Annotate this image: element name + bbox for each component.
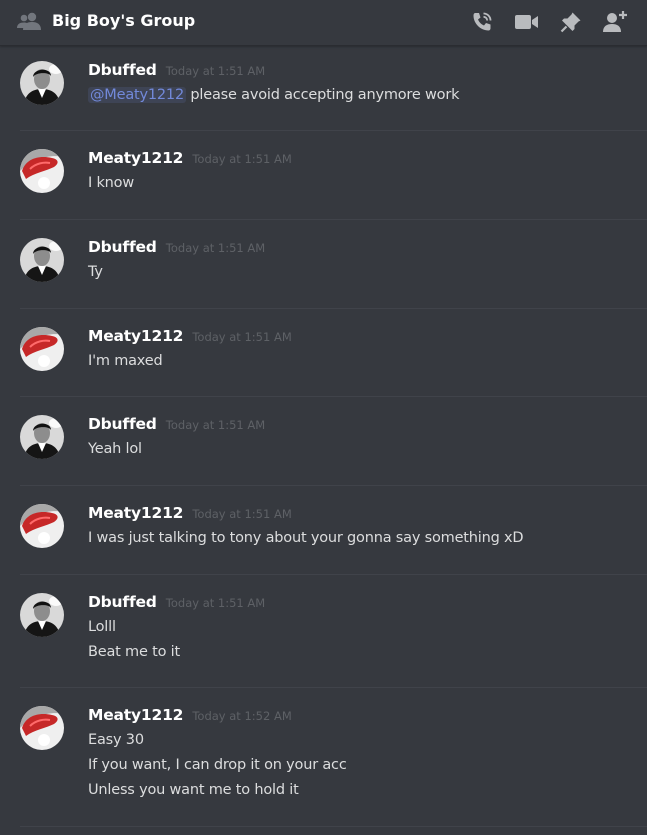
- timestamp: Today at 1:51 AM: [165, 64, 266, 78]
- avatar[interactable]: [20, 61, 64, 105]
- message-text: Yeah lol: [88, 441, 142, 457]
- avatar[interactable]: [20, 593, 64, 637]
- message-group: Dbuffed Today at 1:51 AM Yeah lol: [0, 397, 647, 486]
- timestamp: Today at 1:51 AM: [192, 330, 292, 344]
- video-icon[interactable]: [514, 9, 540, 35]
- message-text: Ty: [88, 264, 103, 280]
- group-icon: [17, 11, 41, 31]
- call-icon[interactable]: [469, 9, 495, 35]
- timestamp: Today at 1:51 AM: [165, 241, 266, 255]
- message-text: @Meaty1212 please avoid accepting anymor…: [88, 85, 460, 110]
- username[interactable]: Meaty1212: [88, 327, 183, 345]
- message-text: If you want, I can drop it on your acc: [88, 757, 347, 773]
- timestamp: Today at 1:52 AM: [192, 709, 292, 723]
- avatar[interactable]: [20, 415, 64, 459]
- message-group: Dbuffed Today at 1:51 AM Ty: [0, 220, 647, 309]
- timestamp: Today at 1:51 AM: [192, 507, 292, 521]
- message-text-span: please avoid accepting anymore work: [186, 87, 460, 103]
- message-group: Meaty1212 Today at 1:51 AM I know: [0, 131, 647, 220]
- avatar[interactable]: [20, 706, 64, 750]
- username[interactable]: Dbuffed: [88, 61, 157, 79]
- message-text: Unless you want me to hold it: [88, 782, 299, 798]
- message-text: I was just talking to tony about your go…: [88, 530, 524, 546]
- message-text: I know: [88, 175, 135, 191]
- add-member-icon[interactable]: [602, 9, 628, 35]
- username[interactable]: Meaty1212: [88, 149, 183, 167]
- message-text: Easy 30: [88, 732, 144, 748]
- timestamp: Today at 1:51 AM: [192, 152, 292, 166]
- username[interactable]: Dbuffed: [88, 593, 157, 611]
- channel-title: Big Boy's Group: [52, 11, 196, 30]
- message-text: Lolll: [88, 619, 116, 635]
- message-group: Dbuffed Today at 1:51 AM @Meaty1212 plea…: [0, 47, 647, 131]
- message-group: Dbuffed Today at 1:51 AM Lolll Beat me t…: [0, 575, 647, 688]
- username[interactable]: Dbuffed: [88, 238, 157, 256]
- message-group: Meaty1212 Today at 1:51 AM I'm maxed: [0, 309, 647, 397]
- avatar[interactable]: [20, 327, 64, 371]
- timestamp: Today at 1:51 AM: [165, 418, 266, 432]
- message-group: Meaty1212 Today at 1:52 AM Easy 30 If yo…: [0, 688, 647, 827]
- avatar[interactable]: [20, 149, 64, 193]
- user-mention[interactable]: @Meaty1212: [88, 87, 186, 103]
- message-text: I'm maxed: [88, 353, 163, 369]
- message-text: Beat me to it: [88, 644, 180, 660]
- pin-icon[interactable]: [558, 9, 584, 35]
- timestamp: Today at 1:51 AM: [165, 596, 266, 610]
- channel-header: Big Boy's Group: [0, 0, 647, 46]
- username[interactable]: Meaty1212: [88, 706, 183, 724]
- username[interactable]: Meaty1212: [88, 504, 183, 522]
- avatar[interactable]: [20, 504, 64, 548]
- username[interactable]: Dbuffed: [88, 415, 157, 433]
- message-list[interactable]: Dbuffed Today at 1:51 AM @Meaty1212 plea…: [0, 47, 647, 835]
- message-group: Meaty1212 Today at 1:51 AM I was just ta…: [0, 486, 647, 575]
- message-divider: [20, 826, 647, 827]
- avatar[interactable]: [20, 238, 64, 282]
